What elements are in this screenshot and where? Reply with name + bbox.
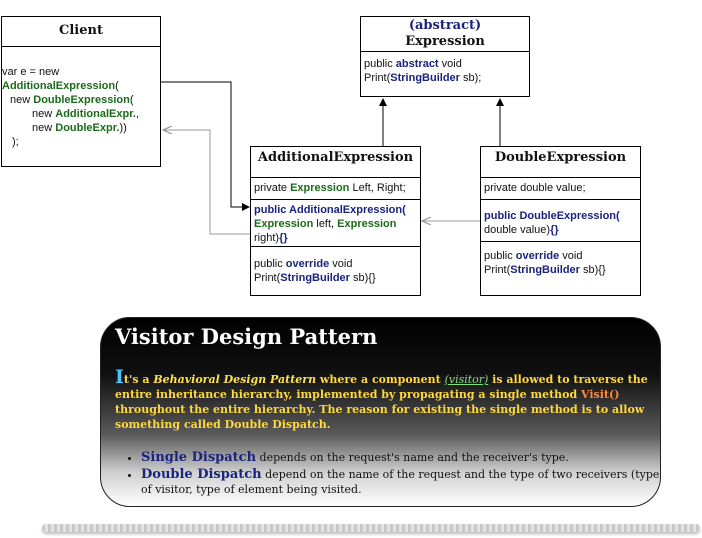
additional-method-print: Print( [254,272,281,284]
client-code-new-3: new [32,122,56,134]
bottom-shadow-divider [42,524,700,532]
additional-ctor-left: left, [313,218,338,230]
client-code-end: ); [12,136,19,148]
double-ctor-body: {} [550,224,559,236]
panel-text-1: t's a [123,373,154,386]
double-method-public: public [484,250,516,262]
panel-text-4: throughout the entire hierarchy. The rea… [115,403,645,431]
client-title: Client [59,23,103,38]
double-method-override: override [515,250,560,262]
expression-method-stringbuilder: StringBuilder [390,72,460,84]
expression-method-void: void [438,58,462,70]
double-title: DoubleExpression [494,150,627,165]
additional-title: AdditionalExpression [257,150,414,165]
client-code-double: DoubleExpression [33,94,130,106]
double-method-print: Print( [484,264,511,276]
client-code-double-short: DoubleExpr. [55,122,120,134]
double-method-void: void [559,250,583,262]
additional-methods: public override void Print(StringBuilder… [251,255,420,287]
additional-method-sb: sb){} [349,272,376,284]
double-fields: private double value; [481,179,640,197]
panel-description: It's a Behavioral Design Pattern where a… [115,368,655,432]
client-code-paren: ( [115,80,119,92]
additional-field-type: Expression [290,182,350,194]
panel-visit-method: Visit() [581,388,620,401]
client-code-additional: AdditionalExpression [2,80,116,92]
additional-ctor-body: {} [279,232,288,244]
single-dispatch-text: depends on the request's name and the re… [256,451,569,464]
expression-method-public: public [364,58,396,70]
additional-fields: private Expression Left, Right; [251,179,420,197]
expression-name: Expression [405,34,485,49]
additional-method-override: override [285,258,330,270]
dispatch-list: Single Dispatch depends on the request's… [125,450,660,499]
visitor-pattern-panel: Visitor Design Pattern It's a Behavioral… [100,317,661,507]
client-to-additional-line [160,81,250,211]
expression-method-abstract: abstract [395,58,439,70]
double-methods: public override void Print(StringBuilder… [481,247,640,279]
expression-title: (abstract) Expression [361,17,529,50]
panel-title: Visitor Design Pattern [115,324,378,349]
list-item-double-dispatch: Double Dispatch depend on the name of th… [141,467,660,497]
client-code-additional-short: AdditionalExpr. [55,108,136,120]
expression-method-sb: sb); [459,72,482,84]
double-method-stringbuilder: StringBuilder [510,264,580,276]
additional-method-void: void [329,258,353,270]
client-code-comma: , [135,108,139,120]
single-dispatch-term: Single Dispatch [141,450,257,465]
double-ctor-param: double value) [484,224,551,236]
client-code-new-1: new [10,94,34,106]
double-constructor: public DoubleExpression( double value){} [481,207,640,239]
client-code-line-1: var e = new [2,66,60,78]
additional-expression-box: AdditionalExpression private Expression … [250,146,421,296]
expression-box: (abstract) Expression public abstract vo… [360,16,530,97]
client-code-new-2: new [32,108,56,120]
double-expression-box: DoubleExpression private double value; p… [480,146,641,296]
additional-method-public: public [254,258,286,270]
additional-to-client-line [163,130,250,235]
additional-field-private: private [254,182,291,194]
additional-ctor-type-2: Expression [337,218,397,230]
double-dispatch-term: Double Dispatch [141,467,262,482]
client-box: Client var e = new AdditionalExpression(… [1,16,161,167]
expression-methods: public abstract void Print(StringBuilder… [361,55,529,87]
panel-text-2: where a component [316,373,445,386]
panel-visitor-link[interactable]: (visitor) [445,373,489,386]
list-item-single-dispatch: Single Dispatch depends on the request's… [141,450,660,465]
additional-field-names: Left, Right; [349,182,406,194]
client-code-close: )) [119,122,127,134]
additional-constructor: public AdditionalExpression( Expression … [251,201,420,247]
additional-method-stringbuilder: StringBuilder [280,272,350,284]
client-code: var e = new AdditionalExpression( new Do… [2,63,160,151]
double-ctor-signature: public DoubleExpression( [484,210,620,222]
double-method-sb: sb){} [579,264,606,276]
additional-ctor-signature: public AdditionalExpression( [254,204,406,216]
expression-method-print: Print( [364,72,391,84]
additional-ctor-right: right) [254,232,280,244]
expression-abstract-label: (abstract) [408,18,482,33]
double-field-value: private double value; [484,182,586,194]
panel-dropcap: I [115,366,124,388]
panel-behavioral-pattern: Behavioral Design Pattern [153,373,317,386]
client-code-paren-2: ( [129,94,134,106]
additional-ctor-type-1: Expression [254,218,314,230]
